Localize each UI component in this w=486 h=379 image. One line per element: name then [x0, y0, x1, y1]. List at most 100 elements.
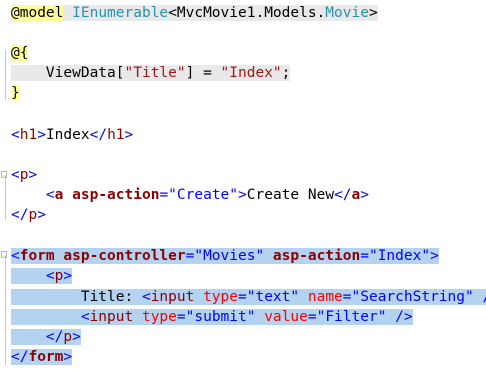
code-line[interactable]: </p> [11, 205, 46, 225]
code-token [63, 5, 73, 21]
code-token: "Filter" [316, 309, 387, 325]
code-token: value [264, 309, 308, 325]
code-token [299, 289, 308, 305]
code-line[interactable]: ViewData["Title"] = "Index"; [11, 63, 291, 83]
code-token: "Index" [220, 65, 282, 81]
code-token: ; [281, 65, 291, 81]
code-token: MvcMovie1.Models. [176, 5, 326, 21]
code-line[interactable]: <input type="submit" value="Filter" /> [11, 307, 413, 327]
outline-rule-form [5, 255, 6, 365]
code-editor[interactable]: □ □ @model IEnumerable<MvcMovie1.Models.… [0, 0, 486, 379]
code-line[interactable]: </p> [11, 327, 81, 347]
code-token [194, 289, 204, 305]
code-token: "Title" [124, 65, 186, 81]
code-token: > [63, 268, 73, 284]
code-token: > [37, 207, 46, 223]
code-token: asp-action [72, 187, 160, 203]
code-token [264, 248, 273, 264]
code-token: = [342, 289, 352, 305]
code-token: < [168, 5, 177, 21]
collapse-icon[interactable]: □ [1, 165, 7, 185]
code-token: @model [11, 5, 64, 21]
code-token: > [238, 187, 247, 203]
code-token: "Movies" [194, 248, 265, 264]
code-token: type [203, 289, 238, 305]
logo-icon [342, 334, 376, 368]
code-line[interactable]: <p> [11, 266, 73, 286]
code-token: a [351, 187, 361, 203]
code-token: asp-controller [63, 248, 186, 264]
code-line[interactable]: @{ [11, 43, 29, 63]
code-token [11, 309, 81, 325]
code-token: name [307, 289, 343, 305]
code-token: form [19, 248, 55, 264]
code-token: > [124, 127, 134, 143]
code-token: Index [45, 127, 90, 143]
code-token: < [80, 309, 90, 325]
code-token: h1 [107, 127, 125, 143]
code-token: </ [89, 127, 108, 143]
code-token: h1 [19, 127, 38, 143]
code-token: Title: [11, 289, 142, 305]
watermark-logo: 创新互联 [342, 331, 482, 371]
code-token [255, 309, 265, 325]
code-token: < [45, 268, 55, 284]
code-token: < [45, 187, 55, 203]
code-token: p [28, 207, 38, 223]
code-token: > [72, 329, 81, 345]
code-token: "Create" [168, 187, 239, 203]
code-token: input [150, 289, 195, 305]
code-token: = [307, 309, 317, 325]
code-token: < [11, 167, 20, 183]
code-token: > [37, 127, 46, 143]
code-token [133, 309, 142, 325]
code-token: > [360, 187, 369, 203]
code-token: p [63, 329, 73, 345]
code-token: @{ [11, 45, 29, 61]
code-line[interactable]: Title: <input type="text" name="SearchSt… [11, 287, 486, 307]
code-token: ViewData[ [11, 65, 125, 81]
code-token: "text" [246, 289, 300, 305]
code-token: </ [11, 349, 29, 365]
code-line[interactable]: <h1>Index</h1> [11, 125, 133, 145]
code-line[interactable]: </form> [11, 347, 73, 367]
code-line[interactable]: <form asp-controller = "Movies" asp-action… [11, 246, 439, 266]
code-token [11, 329, 46, 345]
outline-rule-razor [5, 50, 6, 100]
code-token: } [11, 85, 20, 101]
code-token: Create New [246, 187, 335, 203]
code-token: > [28, 167, 38, 183]
code-token: > [63, 349, 73, 365]
code-token [11, 268, 46, 284]
code-line[interactable]: <p> [11, 165, 37, 185]
code-token: = [159, 187, 169, 203]
code-token: </ [11, 207, 29, 223]
code-token: = [360, 248, 369, 264]
code-line[interactable]: @model IEnumerable<MvcMovie1.Models.Movi… [11, 3, 378, 23]
code-token: IEnumerable [72, 5, 169, 21]
code-token: </ [45, 329, 64, 345]
code-token: < [141, 289, 151, 305]
code-token: = [176, 309, 186, 325]
code-token: "SearchString" [351, 289, 474, 305]
code-token: > [430, 248, 439, 264]
code-token: < [11, 248, 20, 264]
code-token: "submit" [185, 309, 256, 325]
code-token: Movie [325, 5, 369, 21]
code-token: = [238, 289, 247, 305]
code-line[interactable]: <a asp-action="Create">Create New</a> [11, 185, 369, 205]
code-token: type [141, 309, 177, 325]
code-token: > [368, 5, 378, 21]
collapse-icon[interactable]: □ [1, 245, 7, 265]
code-token: < [11, 127, 20, 143]
code-token: input [89, 309, 134, 325]
code-token: "Index" [368, 248, 431, 264]
code-token: form [28, 349, 64, 365]
code-token: </ [334, 187, 352, 203]
code-token: /> [386, 309, 413, 325]
watermark-text: 创新互联 [382, 343, 454, 364]
code-line[interactable]: } [11, 83, 20, 103]
code-token: /> [473, 289, 486, 305]
